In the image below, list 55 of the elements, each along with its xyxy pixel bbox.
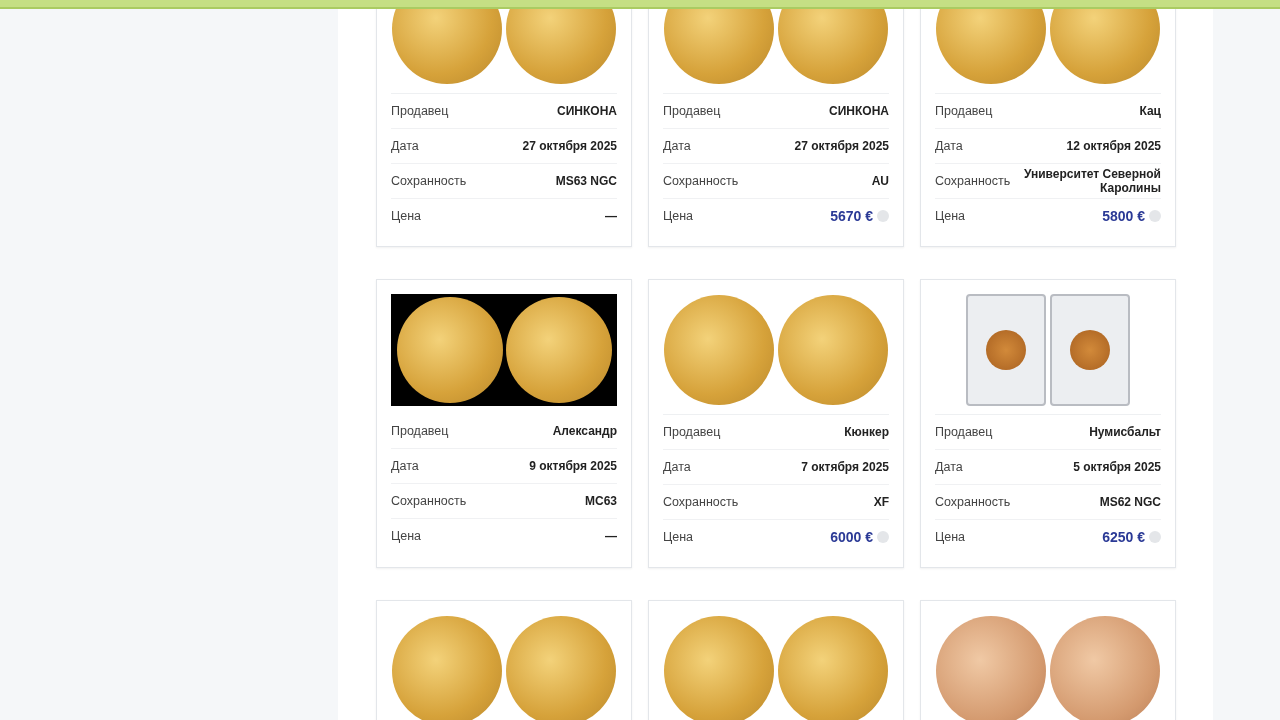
field-value: Кац [1139, 104, 1161, 118]
field-value: 9 октября 2025 [529, 459, 617, 473]
price-value: — [605, 529, 617, 543]
field-label: Сохранность [935, 174, 1011, 188]
lot-card[interactable]: Продавец Александр Дата 9 октября 2025 Сохранность МС63 Цена — [376, 279, 632, 568]
price-value: 5800 € [1102, 208, 1145, 224]
field-label: Цена [935, 530, 966, 544]
lot-card[interactable]: Продавец Нумисбальт Дата 5 октября 2025 Сохранность MS62 NGC Цена 6250 € [920, 279, 1176, 568]
field-label: Сохранность [391, 494, 467, 508]
info-icon[interactable] [877, 210, 889, 222]
field-value: СИНКОНА [557, 104, 617, 118]
info-icon[interactable] [1149, 210, 1161, 222]
field-label: Цена [935, 209, 966, 223]
field-label: Цена [663, 209, 694, 223]
field-label: Сохранность [663, 495, 739, 509]
field-value: МС63 [585, 494, 617, 508]
field-value: AU [871, 174, 889, 188]
price-value: — [605, 209, 617, 223]
field-label: Цена [391, 529, 422, 543]
price-value: 6000 € [830, 529, 873, 545]
field-label: Сохранность [391, 174, 467, 188]
field-label: Дата [663, 460, 691, 474]
field-value: Университет Северной Каролины [1022, 167, 1161, 195]
field-label: Дата [935, 460, 963, 474]
price-value: 5670 € [830, 208, 873, 224]
field-value: 27 октября 2025 [794, 139, 889, 153]
field-label: Продавец [391, 424, 449, 438]
field-label: Дата [935, 139, 963, 153]
price-value: 6250 € [1102, 529, 1145, 545]
field-label: Продавец [391, 104, 449, 118]
field-value: 5 октября 2025 [1073, 460, 1161, 474]
info-icon[interactable] [1149, 531, 1161, 543]
field-label: Дата [391, 459, 419, 473]
field-value: СИНКОНА [829, 104, 889, 118]
field-label: Продавец [935, 104, 993, 118]
field-label: Цена [391, 209, 422, 223]
field-label: Продавец [935, 425, 993, 439]
field-label: Продавец [663, 425, 721, 439]
info-icon[interactable] [877, 531, 889, 543]
field-label: Дата [663, 139, 691, 153]
field-value: Кюнкер [844, 425, 889, 439]
field-value: Нумисбальт [1089, 425, 1161, 439]
field-value: Александр [552, 424, 617, 438]
field-value: 12 октября 2025 [1066, 139, 1161, 153]
field-value: 7 октября 2025 [801, 460, 889, 474]
field-value: MS62 NGC [1099, 495, 1161, 509]
field-label: Сохранность [663, 174, 739, 188]
field-label: Сохранность [935, 495, 1011, 509]
lot-card[interactable]: Продавец Кюнкер Дата 7 октября 2025 Сохранность XF Цена 6000 € [648, 279, 904, 568]
field-label: Цена [663, 530, 694, 544]
field-value: XF [873, 495, 889, 509]
field-label: Дата [391, 139, 419, 153]
field-value: 27 октября 2025 [522, 139, 617, 153]
field-label: Продавец [663, 104, 721, 118]
field-value: MS63 NGC [555, 174, 617, 188]
